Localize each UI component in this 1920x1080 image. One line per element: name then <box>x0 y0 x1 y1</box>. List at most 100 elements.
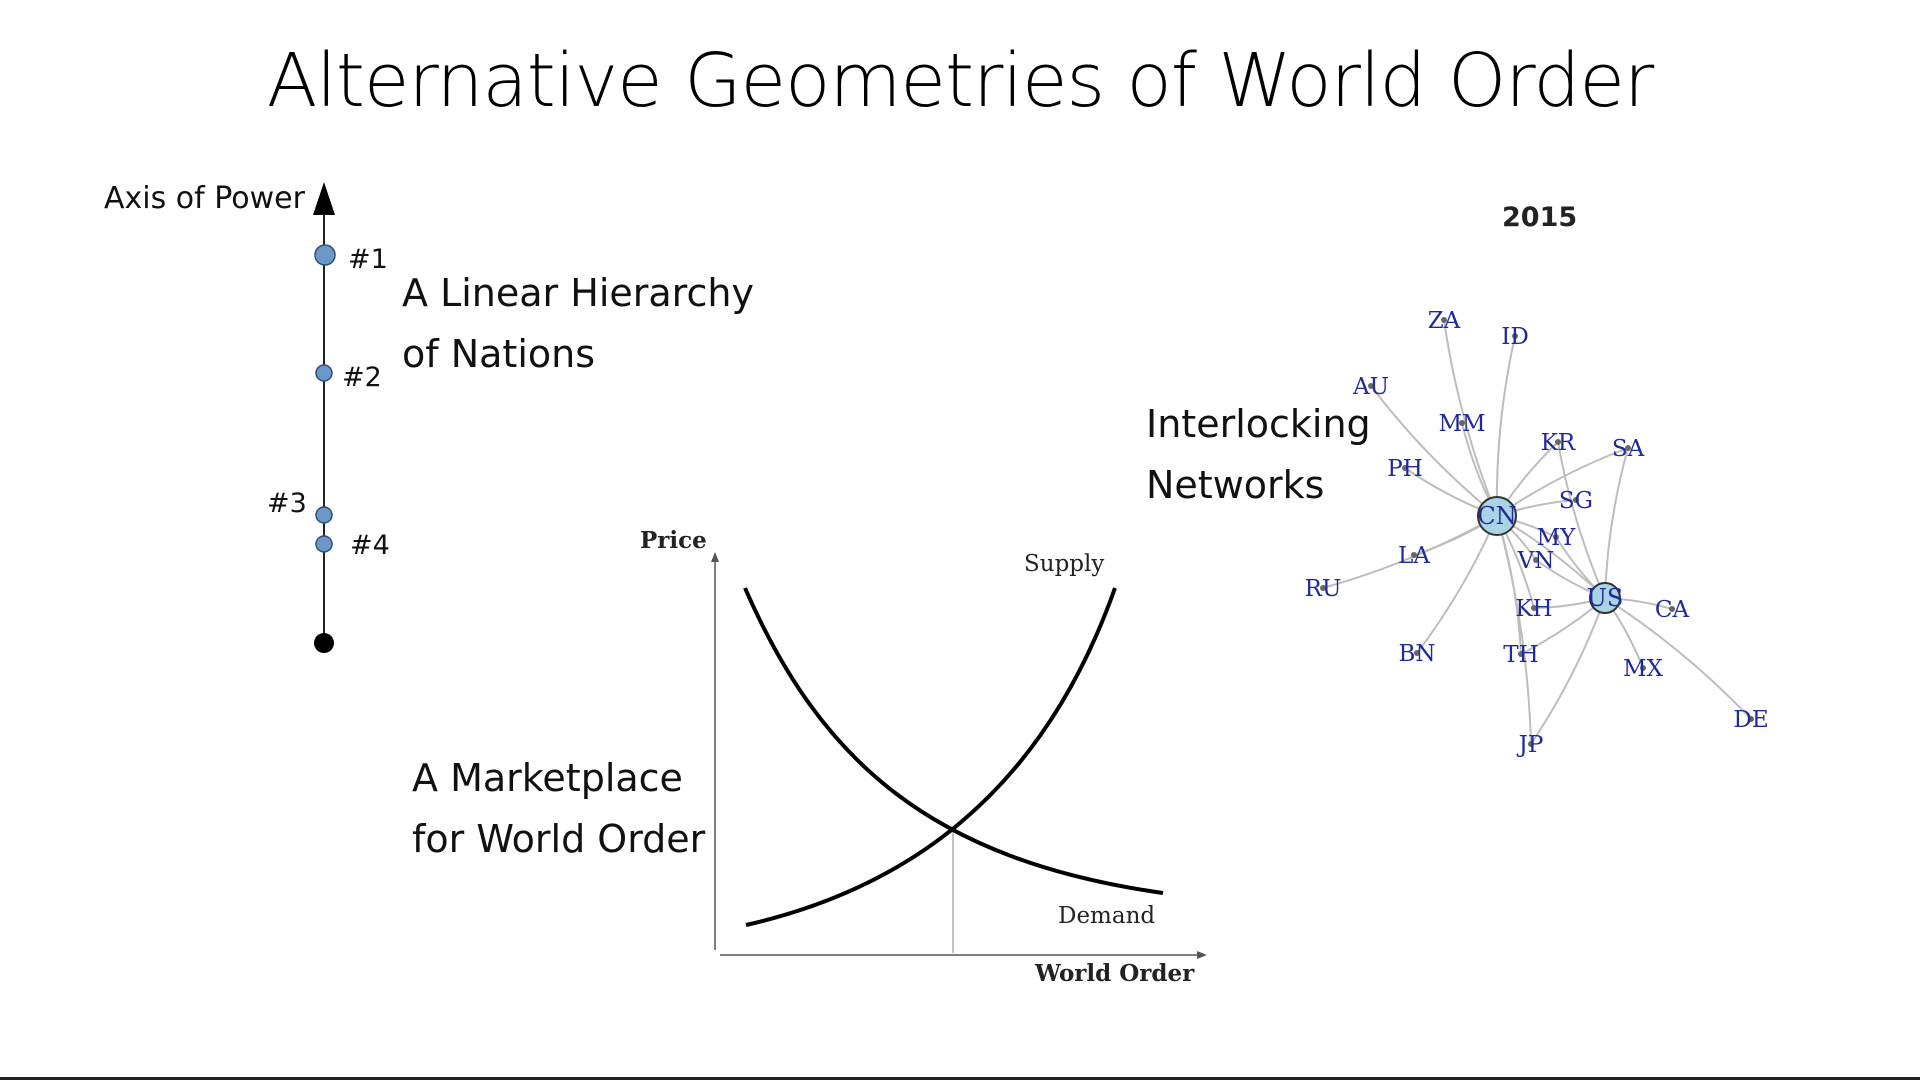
network-edge-cn-vn <box>1496 515 1537 561</box>
market-caption-line1: A Marketplace <box>412 756 683 800</box>
network-edge-us-kh <box>1533 597 1606 609</box>
network-edge-cn-id <box>1495 335 1516 517</box>
rank-node-1 <box>314 244 336 266</box>
network-edge-us-kr <box>1557 441 1606 599</box>
network-node-dot-id <box>1512 333 1518 339</box>
slide-title: Alternative Geometries of World Order <box>266 38 1655 124</box>
network-node-dot-bn <box>1414 650 1420 656</box>
hierarchy-caption-line2: of Nations <box>402 332 596 376</box>
rank-label-2: #2 <box>342 362 382 393</box>
network-node-label-ca: CA <box>1655 597 1690 623</box>
network-node-dot-za <box>1441 317 1447 323</box>
rank-node-2 <box>315 364 333 382</box>
network-node-label-za: ZA <box>1428 308 1461 334</box>
network-node-label-cn: CN <box>1477 502 1516 530</box>
quantity-axis-label: World Order <box>1034 960 1195 987</box>
network-nodes: CNUSZAIDAUMMKR SAPHSGMYVNLARUKH CABN THMXJP… <box>1305 308 1769 758</box>
hierarchy-axis <box>313 182 336 653</box>
network-edge-us-mx <box>1604 597 1644 669</box>
network-node-dot-au <box>1368 383 1374 389</box>
network-edge-cn-sa <box>1496 447 1629 517</box>
axis-base-node <box>314 633 334 653</box>
network-node-dot-la <box>1411 552 1417 558</box>
network-node-dot-mx <box>1640 665 1646 671</box>
rank-node-4 <box>315 535 333 553</box>
network-node-label-id: ID <box>1501 324 1529 350</box>
network-edge-cn-la <box>1413 515 1498 556</box>
network-node-label-kh: KH <box>1515 596 1552 622</box>
rank-label-4: #4 <box>350 530 390 561</box>
network-hub-us <box>1589 582 1621 614</box>
network-graph: 2015 CNUSZAIDAUMMKR SAPHSGMYVNLARUKH CABN T… <box>1305 202 1769 758</box>
network-node-label-de: DE <box>1733 707 1768 733</box>
network-node-label-la: LA <box>1398 543 1430 569</box>
network-edge-cn-jp <box>1496 515 1532 745</box>
network-node-label-sa: SA <box>1612 436 1645 462</box>
network-caption-line2: Networks <box>1146 463 1325 507</box>
network-edge-us-th <box>1520 597 1606 655</box>
network-node-label-sg: SG <box>1559 488 1593 514</box>
supply-curve-label: Supply <box>1024 551 1104 577</box>
demand-curve <box>743 587 1164 895</box>
network-node-dot-ru <box>1320 585 1326 591</box>
network-edge-cn-sg <box>1496 499 1577 517</box>
network-node-dot-ph <box>1402 465 1408 471</box>
network-year: 2015 <box>1502 202 1577 233</box>
network-node-label-bn: BN <box>1398 641 1435 667</box>
network-node-label-my: MY <box>1537 525 1577 551</box>
network-node-label-jp: JP <box>1517 732 1544 758</box>
network-node-dot-sg <box>1573 497 1579 503</box>
network-node-dot-de <box>1748 716 1754 722</box>
price-axis-label: Price <box>640 527 707 554</box>
network-node-dot-ca <box>1669 606 1675 612</box>
network-node-label-us: US <box>1587 584 1624 612</box>
network-node-dot-th <box>1518 651 1524 657</box>
network-edge-cn-th <box>1496 515 1522 655</box>
network-node-label-ph: PH <box>1387 456 1423 482</box>
network-hub-cn <box>1477 496 1517 536</box>
network-node-label-kr: KR <box>1541 430 1576 456</box>
rank-label-1: #1 <box>348 244 388 275</box>
network-node-dot-mm <box>1459 420 1465 426</box>
network-edge-cn-ph <box>1404 467 1498 517</box>
rank-node-3 <box>315 506 333 524</box>
network-caption: Interlocking Networks <box>1146 394 1371 516</box>
network-node-dot-my <box>1553 534 1559 540</box>
demand-curve-label: Demand <box>1058 903 1155 929</box>
network-edge-us-jp <box>1530 597 1606 745</box>
axis-of-power-label: Axis of Power <box>104 181 305 216</box>
network-edge-cn-za <box>1443 319 1498 517</box>
network-node-dot-jp <box>1528 741 1534 747</box>
network-edge-us-vn <box>1535 559 1606 599</box>
network-edge-us-ca <box>1604 597 1673 610</box>
network-node-dot-kh <box>1531 605 1537 611</box>
network-edge-cn-bn <box>1416 515 1498 654</box>
network-node-dot-vn <box>1533 557 1539 563</box>
network-edge-us-sa <box>1604 447 1629 599</box>
axis-arrow-icon <box>313 182 335 215</box>
price-axis-arrow-icon <box>711 552 719 562</box>
network-edges <box>1322 319 1752 745</box>
network-node-label-th: TH <box>1503 642 1538 668</box>
hierarchy-caption-line1: A Linear Hierarchy <box>402 271 754 315</box>
network-node-dot-sa <box>1625 445 1631 451</box>
supply-curve <box>745 587 1117 927</box>
hierarchy-caption: A Linear Hierarchy of Nations <box>402 263 754 385</box>
network-node-label-mm: MM <box>1438 411 1485 437</box>
network-edge-cn-au <box>1370 385 1498 517</box>
network-edge-cn-mm <box>1461 422 1498 517</box>
supply-demand-chart: Price World Order Supply Demand <box>640 527 1207 987</box>
network-node-label-mx: MX <box>1623 656 1664 682</box>
rank-label-3: #3 <box>267 488 307 519</box>
network-edge-us-de <box>1604 597 1752 720</box>
network-node-dot-kr <box>1555 439 1561 445</box>
network-edge-cn-kh <box>1496 515 1535 609</box>
network-edge-us-my <box>1555 536 1606 599</box>
network-edge-cn-kr <box>1496 441 1559 517</box>
slide: Alternative Geometries of World Order Ax… <box>0 0 1920 1080</box>
quantity-axis-arrow-icon <box>1197 951 1207 959</box>
network-node-label-ru: RU <box>1305 576 1342 602</box>
network-edge-cn-us <box>1496 515 1606 599</box>
network-node-label-vn: VN <box>1517 548 1555 574</box>
network-edge-cn-ru <box>1322 515 1498 589</box>
